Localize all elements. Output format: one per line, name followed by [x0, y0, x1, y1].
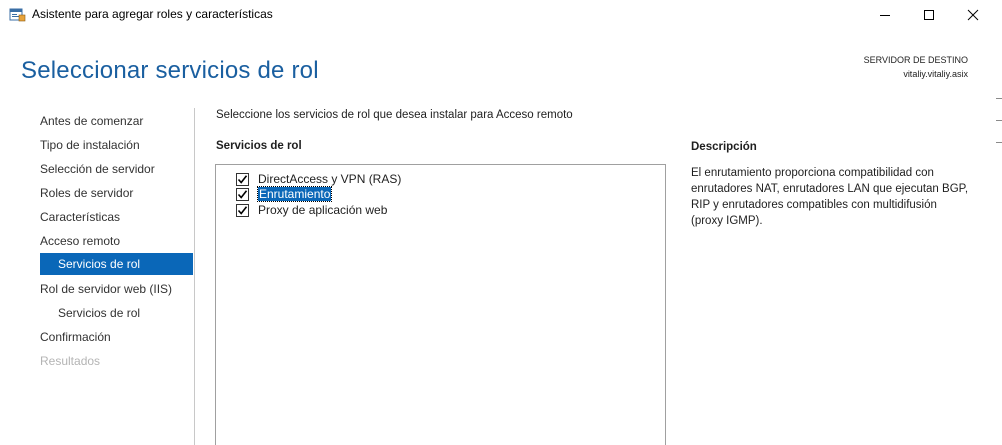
services-header: Servicios de rol	[216, 140, 302, 152]
nav-item-servicios-de-rol-iis[interactable]: Servicios de rol	[58, 302, 140, 324]
service-label: Proxy de aplicación web	[258, 203, 388, 217]
instruction-text: Seleccione los servicios de rol que dese…	[216, 109, 573, 121]
nav-item-caracteristicas[interactable]: Características	[40, 206, 120, 228]
service-label-selected: Enrutamiento	[256, 186, 333, 202]
window-edge-line	[996, 142, 1002, 143]
maximize-button[interactable]	[906, 0, 952, 30]
service-item-enrutamiento[interactable]: Enrutamiento	[236, 186, 333, 202]
checkbox-directaccess[interactable]	[236, 172, 249, 186]
description-header: Descripción	[691, 141, 757, 153]
nav-item-acceso-remoto[interactable]: Acceso remoto	[40, 230, 120, 252]
nav-item-rol-servidor-web[interactable]: Rol de servidor web (IIS)	[40, 278, 172, 300]
window-edge-line	[996, 98, 1002, 99]
window-edge-line	[996, 120, 1002, 121]
checkmark-icon	[237, 205, 248, 215]
nav-item-roles-de-servidor[interactable]: Roles de servidor	[40, 182, 133, 204]
nav-item-seleccion-de-servidor[interactable]: Selección de servidor	[40, 158, 155, 180]
minimize-button[interactable]	[862, 0, 908, 30]
minimize-icon	[880, 15, 890, 16]
title-bar: Asistente para agregar roles y caracterí…	[0, 0, 1002, 30]
checkmark-icon	[237, 174, 248, 184]
nav-divider	[194, 108, 195, 445]
description-text: El enrutamiento proporciona compatibilid…	[691, 167, 969, 227]
nav-item-resultados: Resultados	[40, 354, 101, 368]
checkmark-icon	[237, 189, 248, 199]
nav-item-confirmacion[interactable]: Confirmación	[40, 326, 111, 348]
service-item-directaccess[interactable]: DirectAccess y VPN (RAS)	[236, 171, 401, 187]
checkbox-proxy[interactable]	[236, 203, 249, 217]
wizard-navigation: Antes de comenzar Tipo de instalación Se…	[0, 106, 194, 445]
role-services-list[interactable]: DirectAccess y VPN (RAS) Enrutamiento Pr…	[215, 164, 666, 445]
nav-item-tipo-de-instalacion[interactable]: Tipo de instalación	[40, 134, 140, 156]
service-label: DirectAccess y VPN (RAS)	[258, 172, 402, 186]
window-title: Asistente para agregar roles y caracterí…	[32, 7, 273, 21]
destination-server-name: vitaliy.vitaliy.asix	[903, 69, 968, 79]
nav-item-servicios-de-rol-selected[interactable]: Servicios de rol	[40, 253, 193, 275]
nav-item-antes-de-comenzar[interactable]: Antes de comenzar	[40, 110, 143, 132]
maximize-icon	[924, 10, 934, 20]
destination-server-label: SERVIDOR DE DESTINO	[863, 55, 968, 65]
checkbox-enrutamiento[interactable]	[236, 187, 249, 201]
page-title: Seleccionar servicios de rol	[21, 57, 319, 84]
close-button[interactable]	[950, 0, 996, 30]
server-manager-icon	[9, 7, 26, 22]
service-item-proxy[interactable]: Proxy de aplicación web	[236, 202, 387, 218]
close-icon	[967, 9, 979, 21]
wizard-header: Seleccionar servicios de rol SERVIDOR DE…	[0, 30, 1002, 105]
